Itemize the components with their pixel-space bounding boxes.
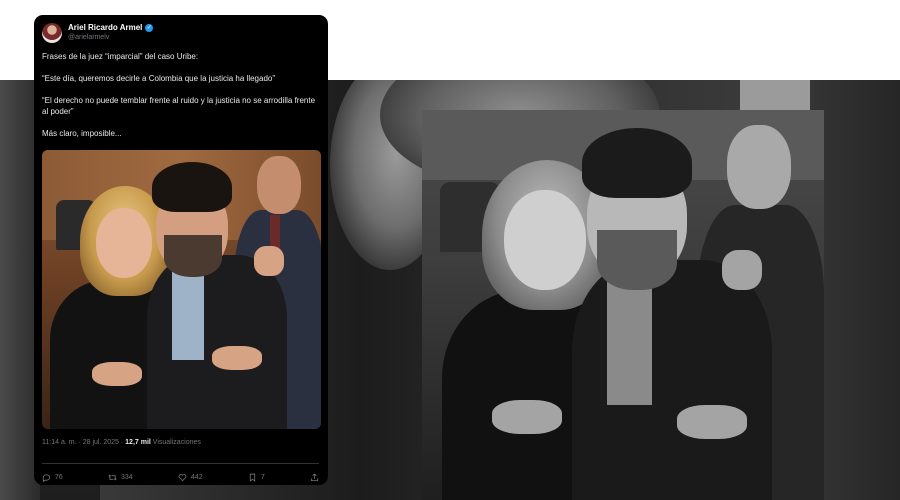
tweet-actions: 76 334 442 7 — [42, 473, 319, 482]
tweet-text-line: “Este día, queremos decirle a Colombia q… — [42, 74, 276, 83]
photo-man-beard — [164, 235, 222, 277]
bw-man-shirt — [607, 275, 652, 405]
bookmark-button[interactable]: 7 — [248, 473, 265, 482]
photo-hand — [92, 362, 142, 386]
tweet-text: Frases de la juez “imparcial” del caso U… — [42, 51, 319, 139]
background-collar — [740, 80, 810, 110]
photo-clapping-hands — [254, 246, 284, 276]
photo-background-man-face — [257, 156, 301, 214]
repost-button[interactable]: 334 — [108, 473, 133, 482]
share-button[interactable] — [310, 473, 319, 482]
bw-background-man-face — [727, 125, 791, 209]
tweet-text-line: “El derecho no puede temblar frente al r… — [42, 96, 318, 116]
photo-man-suit — [147, 255, 287, 429]
author-name-row: Ariel Ricardo Armel ✓ — [68, 23, 154, 33]
tweet-header: Ariel Ricardo Armel ✓ @arielarmelv — [42, 23, 319, 43]
tweet-card[interactable]: Ariel Ricardo Armel ✓ @arielarmelv Frase… — [34, 15, 328, 485]
repost-icon — [108, 474, 117, 481]
photo-man-hair — [152, 162, 232, 212]
author-block: Ariel Ricardo Armel ✓ @arielarmelv — [68, 23, 154, 43]
photo-man-shirt — [172, 265, 204, 360]
bw-hand — [492, 400, 562, 434]
reply-icon — [42, 474, 51, 482]
avatar[interactable] — [42, 23, 62, 43]
photo-woman-face — [96, 208, 152, 278]
repost-count: 334 — [121, 474, 133, 481]
bookmark-icon — [249, 473, 255, 482]
bw-woman-face — [504, 190, 586, 290]
share-icon — [310, 473, 319, 482]
photo-hand — [212, 346, 262, 370]
bw-clapping-hands — [722, 250, 762, 290]
reply-count: 76 — [55, 474, 63, 481]
tweet-photo[interactable] — [42, 150, 321, 429]
tweet-text-line: Más claro, imposible... — [42, 129, 122, 138]
author-name[interactable]: Ariel Ricardo Armel — [68, 23, 142, 33]
like-count: 442 — [190, 474, 203, 481]
divider — [42, 463, 319, 464]
grayscale-photo — [422, 110, 824, 500]
bookmark-count: 7 — [260, 474, 265, 481]
verified-icon: ✓ — [145, 24, 154, 32]
author-handle[interactable]: @arielarmelv — [68, 33, 153, 43]
tweet-text-line: Frases de la juez “imparcial” del caso U… — [42, 52, 199, 61]
bw-man-beard — [597, 230, 677, 290]
reply-button[interactable]: 76 — [42, 473, 63, 482]
views-count: 12,7 mil — [125, 439, 151, 446]
tweet-timestamp[interactable]: 11:14 a. m. · 28 jul. 2025 · — [42, 439, 123, 446]
like-icon — [178, 474, 187, 482]
bw-man-suit — [572, 260, 772, 500]
tweet-meta: 11:14 a. m. · 28 jul. 2025 · 12,7 mil Vi… — [42, 439, 201, 446]
like-button[interactable]: 442 — [178, 473, 203, 482]
bw-man-hair — [582, 128, 692, 198]
views-label: Visualizaciones — [152, 439, 201, 446]
bw-hand — [677, 405, 747, 439]
